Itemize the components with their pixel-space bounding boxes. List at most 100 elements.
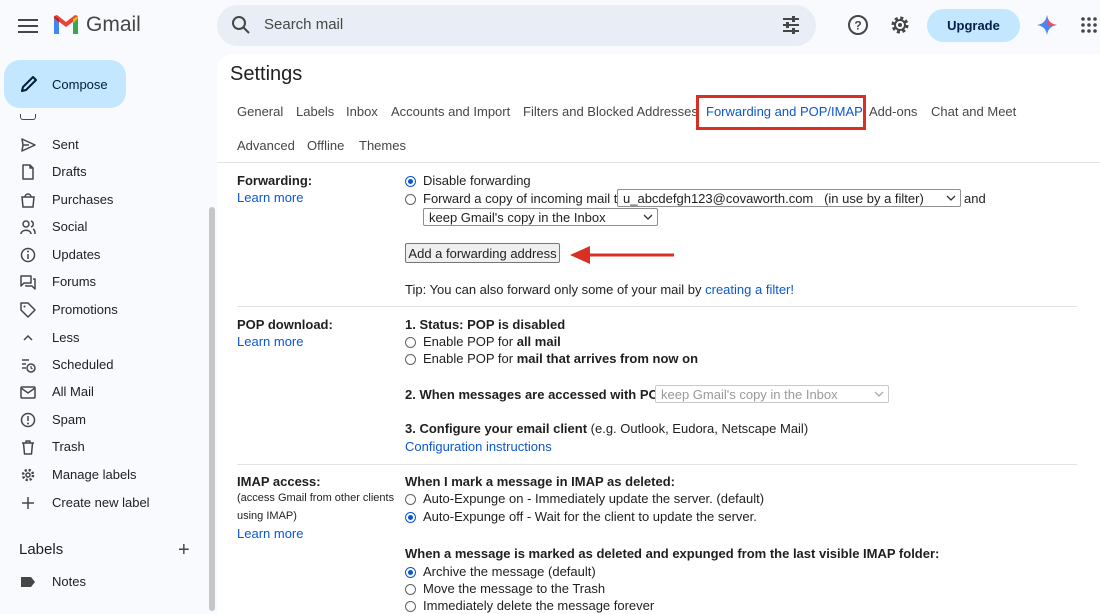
- sidebar-item-manage-labels[interactable]: Manage labels: [0, 461, 208, 488]
- move-trash-label: Move the message to the Trash: [423, 581, 606, 596]
- disable-forwarding-label: Disable forwarding: [423, 173, 531, 188]
- sidebar-item-less[interactable]: Less: [0, 324, 208, 351]
- sidebar-item-label: Less: [52, 330, 80, 345]
- forwarding-tip: Tip: You can also forward only some of y…: [405, 282, 794, 297]
- tab-labels[interactable]: Labels: [296, 104, 334, 119]
- tab-accounts-import[interactable]: Accounts and Import: [391, 104, 510, 119]
- delete-forever-radio[interactable]: [405, 601, 416, 612]
- gemini-sparkle-icon[interactable]: [1037, 15, 1057, 35]
- tab-inbox[interactable]: Inbox: [346, 104, 378, 119]
- auto-expunge-off-radio[interactable]: [405, 512, 416, 523]
- forward-copy-radio[interactable]: [405, 194, 416, 205]
- sidebar-item-trash[interactable]: Trash: [0, 433, 208, 460]
- tag-icon: [20, 301, 36, 318]
- forward-copy-action-select[interactable]: keep Gmail's copy in the Inbox: [423, 208, 658, 226]
- section-divider: [237, 464, 1077, 465]
- sidebar-item-forums[interactable]: Forums: [0, 268, 208, 295]
- sidebar-item-label: Spam: [52, 412, 86, 427]
- svg-text:?: ?: [854, 19, 861, 33]
- imap-title: IMAP access:: [237, 474, 321, 489]
- settings-gear-icon[interactable]: [889, 14, 911, 36]
- sidebar-item-label: All Mail: [52, 384, 94, 399]
- main-menu-icon[interactable]: [18, 16, 38, 34]
- sidebar-item-label: Social: [52, 219, 88, 234]
- sidebar-item-create-label[interactable]: Create new label: [0, 489, 208, 516]
- sidebar-item-label: Updates: [52, 247, 101, 262]
- add-label-icon[interactable]: +: [178, 539, 190, 562]
- help-icon[interactable]: ?: [847, 14, 869, 36]
- label-icon: [20, 574, 36, 590]
- plus-icon: [20, 495, 36, 511]
- tip-text: Tip: You can also forward only some of y…: [405, 282, 706, 297]
- sidebar-item-spam[interactable]: Spam: [0, 406, 208, 433]
- active-tab-highlight: [696, 95, 866, 130]
- tab-add-ons[interactable]: Add-ons: [869, 104, 917, 119]
- search-options-icon[interactable]: [781, 15, 801, 35]
- compose-label: Compose: [52, 76, 108, 92]
- forward-address-select[interactable]: u_abcdefgh123@covaworth.com (in use by a…: [617, 189, 961, 207]
- tab-offline[interactable]: Offline: [307, 138, 344, 153]
- trash-icon: [20, 439, 36, 455]
- archive-message-label: Archive the message (default): [423, 564, 596, 579]
- tab-chat-meet[interactable]: Chat and Meet: [931, 104, 1016, 119]
- sidebar-item-social[interactable]: Social: [0, 213, 208, 240]
- sidebar-item-label: Purchases: [52, 192, 114, 207]
- labels-heading: Labels: [19, 541, 64, 558]
- add-forwarding-address-button[interactable]: Add a forwarding address: [405, 243, 560, 263]
- sidebar-item-sent[interactable]: Sent: [0, 131, 208, 158]
- move-trash-radio[interactable]: [405, 584, 416, 595]
- sidebar-item-all-mail[interactable]: All Mail: [0, 378, 208, 405]
- sidebar-item-label: Sent: [52, 137, 79, 152]
- upgrade-button[interactable]: Upgrade: [927, 9, 1020, 42]
- pencil-icon: [21, 76, 37, 92]
- enable-pop-all-bold: all mail: [516, 334, 561, 349]
- enable-pop-all-radio[interactable]: [405, 337, 416, 348]
- sidebar-label-notes[interactable]: Notes: [0, 568, 208, 595]
- chevron-up-icon: [20, 330, 36, 346]
- sidebar-item-drafts[interactable]: Drafts: [0, 158, 208, 185]
- sidebar-item-label: Notes: [52, 574, 86, 589]
- enable-pop-new-label: Enable POP for mail that arrives from no…: [423, 351, 698, 366]
- archive-message-radio[interactable]: [405, 567, 416, 578]
- imap-deleted-heading: When I mark a message in IMAP as deleted…: [405, 474, 675, 489]
- compose-button[interactable]: Compose: [4, 60, 126, 108]
- enable-pop-new-bold: mail that arrives from now on: [516, 351, 699, 366]
- disable-forwarding-radio[interactable]: [405, 176, 416, 187]
- chevron-down-icon: [643, 214, 653, 220]
- tab-advanced[interactable]: Advanced: [237, 138, 295, 153]
- sidebar-item-label: Scheduled: [52, 357, 114, 372]
- create-filter-link[interactable]: creating a filter!: [705, 282, 794, 297]
- configuration-instructions-link[interactable]: Configuration instructions: [405, 439, 552, 454]
- sidebar-item-label: Create new label: [52, 495, 150, 510]
- pop-learn-more-link[interactable]: Learn more: [237, 334, 303, 349]
- gmail-logo[interactable]: Gmail: [52, 13, 141, 37]
- tab-filters[interactable]: Filters and Blocked Addresses: [523, 104, 698, 119]
- google-apps-icon[interactable]: [1081, 17, 1097, 33]
- sidebar-item-updates[interactable]: Updates: [0, 241, 208, 268]
- pop-accessed-value: keep Gmail's copy in the Inbox: [661, 386, 838, 402]
- sidebar-scrollbar[interactable]: [209, 207, 215, 611]
- imap-subtitle-2: using IMAP): [237, 510, 297, 522]
- tab-themes[interactable]: Themes: [359, 138, 406, 153]
- auto-expunge-off-label: Auto-Expunge off - Wait for the client t…: [423, 509, 757, 524]
- imap-learn-more-link[interactable]: Learn more: [237, 526, 303, 541]
- pop-accessed-select[interactable]: keep Gmail's copy in the Inbox: [655, 385, 889, 403]
- sidebar-item-purchases[interactable]: Purchases: [0, 186, 208, 213]
- gmail-logo-text: Gmail: [86, 13, 141, 36]
- configure-client-rest: (e.g. Outlook, Eudora, Netscape Mail): [587, 421, 809, 436]
- tab-general[interactable]: General: [237, 104, 283, 119]
- search-input[interactable]: Search mail: [264, 16, 343, 33]
- sidebar-item-scheduled[interactable]: Scheduled: [0, 351, 208, 378]
- pop-accessed-label: 2. When messages are accessed with POP: [405, 387, 668, 402]
- search-icon[interactable]: [231, 15, 251, 35]
- imap-subtitle-1: (access Gmail from other clients: [237, 492, 395, 504]
- enable-pop-new-radio[interactable]: [405, 354, 416, 365]
- red-arrow-annotation-icon: [570, 246, 674, 264]
- sidebar-item-label: Promotions: [52, 302, 118, 317]
- gear-icon: [20, 467, 36, 483]
- gmail-m-icon: [54, 15, 78, 34]
- auto-expunge-on-radio[interactable]: [405, 494, 416, 505]
- forwarding-learn-more-link[interactable]: Learn more: [237, 190, 303, 205]
- sidebar-item-label: Manage labels: [52, 467, 137, 482]
- sidebar-item-promotions[interactable]: Promotions: [0, 296, 208, 323]
